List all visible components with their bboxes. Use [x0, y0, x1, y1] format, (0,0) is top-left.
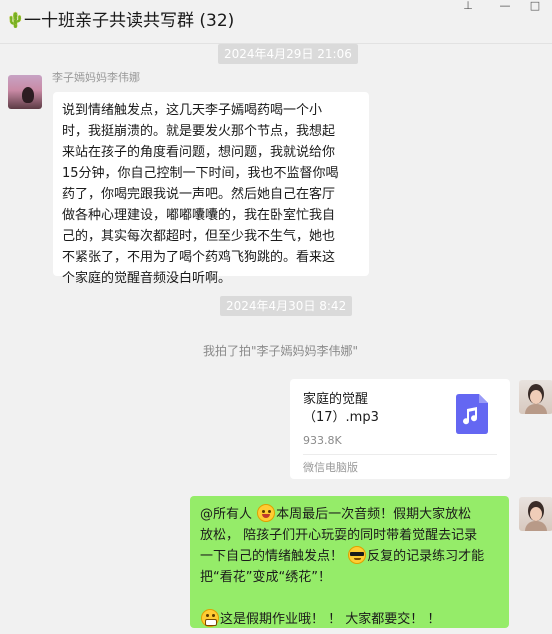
message-line: 做各种心理建设，嘟嘟囔囔的，我在卧室忙我自 [62, 208, 336, 223]
system-message: 我拍了拍"李子嫣妈妈李伟娜" [203, 344, 359, 358]
message-line: 这是假期作业哦！ ！ 大家都要交！ ！ [200, 609, 509, 630]
message-line: 药了，你喝完跟我说一声吧。然后她自己在客厅 [62, 187, 336, 202]
grin-emoji-icon [201, 609, 219, 627]
message-line: 来站在孩子的角度看问题，想问题，我就说给你 [62, 145, 336, 160]
message-bubble[interactable]: 说到情绪触发点，这几天李子嫣喝药喝一个小 时，我挺崩溃的。就是要发火那个节点，我… [53, 92, 369, 286]
message-line: @所有人 本周最后一次音频！假期大家放松 [200, 504, 509, 525]
message-line: 放松， 陪孩子们开心玩耍的同时带着觉醒去记录 [200, 528, 478, 543]
timestamp: 2024年4月29日 21:06 [218, 44, 358, 64]
file-size: 933.8K [303, 434, 342, 447]
message-text: 这是假期作业哦！ ！ 大家都要交！ ！ [220, 612, 441, 627]
avatar[interactable] [519, 380, 552, 414]
file-message[interactable]: 家庭的觉醒 （17）.mp3 933.8K 微信电脑版 [290, 379, 510, 479]
message-line: 把“看花”变成“绣花”！ [200, 570, 331, 585]
message-bubble[interactable]: @所有人 本周最后一次音频！假期大家放松 放松， 陪孩子们开心玩耍的同时带着觉醒… [190, 496, 509, 628]
file-source: 微信电脑版 [303, 461, 358, 474]
pin-icon[interactable]: ⊥ [457, 0, 479, 12]
cactus-icon: 🌵 [6, 11, 25, 29]
file-name: 家庭的觉醒 [303, 392, 369, 407]
message-line: 15分钟，你自己控制一下时间，我也不监督你喝 [62, 166, 339, 181]
message-line: 己的，其实每次都超时，但至少我不生气，她也 [62, 229, 336, 244]
message-line: 不紧张了，不用为了喝个药鸡飞狗跳的。看来这 [62, 250, 336, 265]
message-line: 个家庭的觉醒音频没白听啊。 [62, 271, 232, 286]
chat-title: 一十班亲子共读共写群 (32) [24, 11, 235, 31]
timestamp: 2024年4月30日 8:42 [220, 296, 353, 316]
maximize-icon[interactable]: □ [524, 0, 546, 12]
minimize-icon[interactable]: — [494, 0, 516, 12]
message-line: 一下自己的情绪触发点！ 反复的记录练习才能 [200, 546, 509, 567]
message-line: 说到情绪触发点，这几天李子嫣喝药喝一个小 [62, 103, 323, 118]
sunglasses-emoji-icon [348, 546, 367, 564]
title-bar: 🌵 一十班亲子共读共写群 (32) ⊥ — □ [0, 0, 552, 44]
message-line: 时，我挺崩溃的。就是要发火那个节点，我想起 [62, 124, 336, 139]
smile-emoji-icon [257, 504, 276, 522]
avatar[interactable] [519, 497, 552, 531]
message-text: 一下自己的情绪触发点！ [200, 549, 348, 564]
music-file-icon [456, 394, 488, 434]
file-name-continued: （17）.mp3 [303, 410, 379, 425]
sender-name: 李子嫣妈妈李伟娜 [52, 71, 140, 84]
mention-text: @所有人 [200, 507, 257, 522]
avatar[interactable] [8, 75, 42, 109]
message-text: 反复的记录练习才能 [367, 549, 485, 564]
divider [303, 454, 497, 455]
message-text: 本周最后一次音频！假期大家放松 [276, 507, 472, 522]
